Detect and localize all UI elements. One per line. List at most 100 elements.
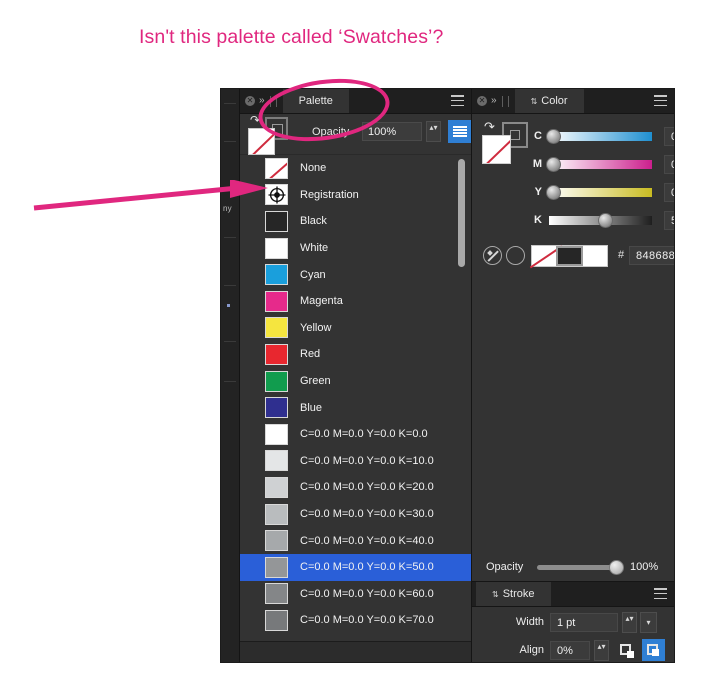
swatch-color-chip[interactable] (265, 237, 288, 259)
swatch-color-chip[interactable] (265, 450, 288, 472)
tab-stroke[interactable]: ⇅ Stroke (476, 582, 551, 606)
fill-swatch-icon[interactable] (248, 128, 275, 155)
swatch-row[interactable]: C=0.0 M=0.0 Y=0.0 K=70.0 (240, 607, 471, 634)
cmyk-slider-knob[interactable] (597, 213, 613, 228)
swatch-row[interactable]: C=0.0 M=0.0 Y=0.0 K=20.0 (240, 474, 471, 501)
swatch-color-chip[interactable] (265, 317, 288, 339)
swatch-row[interactable]: Cyan (240, 261, 471, 288)
swatch-color-chip[interactable] (265, 157, 288, 179)
cmyk-slider-label: M (532, 158, 542, 170)
align-inside-icon[interactable] (615, 639, 638, 661)
swap-fill-stroke-icon[interactable]: ↷ (250, 114, 263, 126)
scrollbar-thumb[interactable] (458, 159, 465, 267)
swatch-row[interactable]: C=0.0 M=0.0 Y=0.0 K=30.0 (240, 501, 471, 528)
swatch-color-chip[interactable] (265, 423, 288, 445)
strip-swatch[interactable] (583, 246, 608, 266)
tab-color[interactable]: ⇅ Color (514, 89, 584, 113)
swatch-color-chip[interactable] (265, 583, 288, 605)
strip-swatch[interactable] (555, 246, 584, 266)
close-icon[interactable]: ✕ (477, 96, 487, 106)
align-center-icon[interactable] (642, 639, 665, 661)
swatch-row[interactable]: C=0.0 M=0.0 Y=0.0 K=10.0 (240, 448, 471, 475)
swatch-label: Black (300, 215, 327, 228)
no-color-icon[interactable] (506, 246, 525, 265)
swatch-row[interactable]: None (240, 155, 471, 182)
drag-grip[interactable] (501, 95, 503, 107)
swatch-color-chip[interactable] (265, 290, 288, 312)
cmyk-slider-track[interactable] (549, 160, 652, 169)
swatch-color-chip[interactable] (265, 503, 288, 525)
panel-menu-icon[interactable] (654, 588, 667, 599)
panel-menu-icon[interactable] (654, 95, 667, 106)
left-rail[interactable]: ny (221, 89, 240, 662)
stroke-width-value: 1 pt (557, 617, 576, 629)
swatch-label: Yellow (300, 321, 332, 334)
align-outside-icon[interactable] (669, 639, 674, 661)
stroke-width-stepper[interactable]: ▴▾ (622, 612, 637, 633)
opacity-stepper[interactable]: ▴▾ (426, 121, 441, 142)
opacity-input[interactable]: 100% (362, 122, 422, 141)
cmyk-value: 0 (671, 159, 674, 171)
drag-grip[interactable] (275, 95, 277, 107)
cmyk-slider-knob[interactable] (546, 129, 561, 144)
swatch-row[interactable]: C=0.0 M=0.0 Y=0.0 K=60.0 (240, 581, 471, 608)
fill-stroke-indicator[interactable]: ↷ (248, 114, 294, 155)
stroke-body: Width 1 pt ▴▾ ▾ Align 0% ▴▾ (472, 607, 674, 662)
cmyk-value-input[interactable]: 0 (664, 183, 674, 202)
swatch-row[interactable]: Yellow (240, 315, 471, 342)
cmyk-value: 50 (671, 215, 674, 227)
color-opacity-label: Opacity (486, 561, 524, 573)
hex-input[interactable]: 848688 (629, 246, 674, 265)
cmyk-slider-knob[interactable] (546, 185, 561, 200)
swatch-row[interactable]: Blue (240, 394, 471, 421)
swatch-color-chip[interactable] (265, 264, 288, 286)
stroke-align-input[interactable]: 0% (550, 641, 590, 660)
palette-toolbar: ↷ Opacity 100% ▴▾ (240, 114, 499, 155)
palette-scrollbar[interactable] (458, 155, 465, 641)
swatch-row[interactable]: C=0.0 M=0.0 Y=0.0 K=40.0 (240, 527, 471, 554)
swatch-color-chip[interactable] (265, 184, 288, 206)
swatch-row[interactable]: Registration (240, 182, 471, 209)
swatch-color-chip[interactable] (265, 210, 288, 232)
swatch-label: C=0.0 M=0.0 Y=0.0 K=10.0 (300, 454, 434, 467)
swatch-color-chip[interactable] (265, 530, 288, 552)
swatch-row[interactable]: C=0.0 M=0.0 Y=0.0 K=50.0 (240, 553, 471, 581)
cmyk-slider-track[interactable] (549, 188, 652, 197)
tab-palette[interactable]: Palette (282, 89, 349, 113)
annotation-caption: Isn't this palette called ‘Swatches’? (139, 26, 444, 48)
strip-swatch[interactable] (529, 245, 563, 269)
panel-menu-icon[interactable] (451, 95, 464, 106)
chevron-down-icon[interactable]: ▾ (640, 612, 657, 633)
swatch-color-chip[interactable] (265, 343, 288, 365)
cmyk-value-input[interactable]: 0 (664, 155, 674, 174)
cmyk-value-input[interactable]: 50 (664, 211, 674, 230)
swatch-color-chip[interactable] (265, 609, 288, 631)
hex-row: # 848688 (472, 245, 674, 269)
stroke-width-input[interactable]: 1 pt (550, 613, 618, 632)
eyedropper-icon[interactable] (483, 246, 502, 265)
swatch-label: C=0.0 M=0.0 Y=0.0 K=60.0 (300, 587, 434, 600)
swatch-row[interactable]: Red (240, 341, 471, 368)
swatch-color-chip[interactable] (265, 397, 288, 419)
list-view-icon[interactable] (448, 120, 471, 143)
swatch-row[interactable]: Black (240, 208, 471, 235)
drag-grip[interactable] (269, 95, 271, 107)
cmyk-slider-track[interactable] (549, 132, 652, 141)
swatch-color-chip[interactable] (265, 370, 288, 392)
collapse-chevron-icon[interactable]: » (259, 96, 265, 106)
close-icon[interactable]: ✕ (245, 96, 255, 106)
swatch-row[interactable]: Green (240, 368, 471, 395)
stroke-align-stepper[interactable]: ▴▾ (594, 640, 609, 661)
swatch-color-chip[interactable] (265, 556, 288, 578)
cmyk-slider-knob[interactable] (546, 157, 561, 172)
cmyk-value-input[interactable]: 0 (664, 127, 674, 146)
swatch-list[interactable]: None Registration Black White Cyan Magenta Yel… (240, 155, 471, 641)
color-opacity-knob[interactable] (609, 560, 624, 575)
swatch-row[interactable]: White (240, 235, 471, 262)
collapse-chevron-icon[interactable]: » (491, 96, 497, 106)
drag-grip[interactable] (507, 95, 509, 107)
swatch-row[interactable]: C=0.0 M=0.0 Y=0.0 K=0.0 (240, 421, 471, 448)
color-swatch-strip[interactable] (529, 245, 608, 269)
swatch-row[interactable]: Magenta (240, 288, 471, 315)
swatch-color-chip[interactable] (265, 476, 288, 498)
